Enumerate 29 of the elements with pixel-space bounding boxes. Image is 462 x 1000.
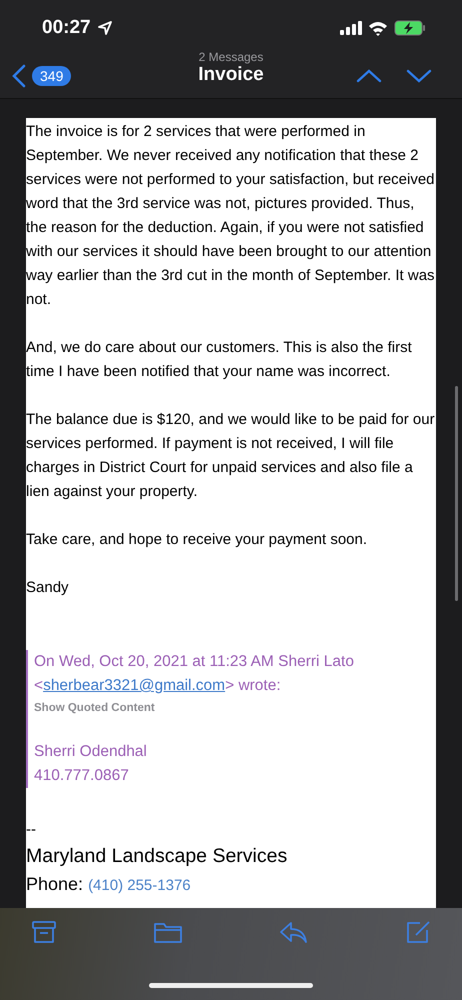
folder-icon[interactable] [154, 920, 182, 944]
thread-message-count: 2 Messages [198, 50, 264, 64]
show-quoted-content-link[interactable]: Show Quoted Content [34, 698, 436, 718]
battery-charging-icon [394, 20, 426, 36]
signature-separator: -- [26, 820, 37, 840]
down-chevron-icon[interactable] [406, 69, 432, 83]
signal-icon [340, 21, 362, 35]
wifi-icon [368, 20, 388, 36]
status-time: 00:27 [42, 17, 91, 39]
company-name: Maryland Landscape Services [26, 844, 288, 869]
message-paragraph: The invoice is for 2 services that were performed in September. We never received any notification that these 2 services were not performed to your satisfaction, but received word that the 3rd service was not, pictures provided. Thus, the reason for the deduction. Again, if you were not satisfied with our services it should have been brought to our attention way earlier than the 3rd cut in the month of September. It was not. [26, 122, 436, 310]
thread-title: Invoice [198, 64, 264, 86]
phone-line: Phone: (410) 255-1376 [26, 873, 192, 896]
back-chevron-icon[interactable] [12, 64, 26, 88]
compose-icon[interactable] [406, 920, 432, 944]
email-link[interactable]: sherbear3321@gmail.com [43, 677, 226, 694]
message-paragraph: Take care, and hope to receive your payment soon. [26, 530, 368, 550]
quote-header: On Wed, Oct 20, 2021 at 11:23 AM Sherri Lato <sherbear3321@gmail.com> wrote: [34, 652, 355, 696]
location-icon [96, 20, 113, 36]
message-paragraph: The balance due is $120, and we would like to be paid for our services performed. If payment is not received, I will file charges in District Court for unpaid services and also file a lien against your property. [26, 410, 436, 502]
unread-count-badge[interactable]: 349 [32, 66, 72, 86]
phone-link[interactable]: (410) 255-1376 [88, 877, 191, 894]
up-chevron-icon[interactable] [356, 69, 382, 83]
archive-box-icon[interactable] [32, 920, 56, 944]
reply-arrow-icon[interactable] [280, 920, 308, 944]
quoted-line: Sherri Odendhal [34, 742, 148, 762]
message-paragraph: Sandy [26, 578, 70, 598]
message-paragraph: And, we do care about our customers. This is also the first time I have been notified that your name was incorrect. [26, 338, 413, 382]
quoted-line: 410.777.0867 [34, 766, 130, 786]
